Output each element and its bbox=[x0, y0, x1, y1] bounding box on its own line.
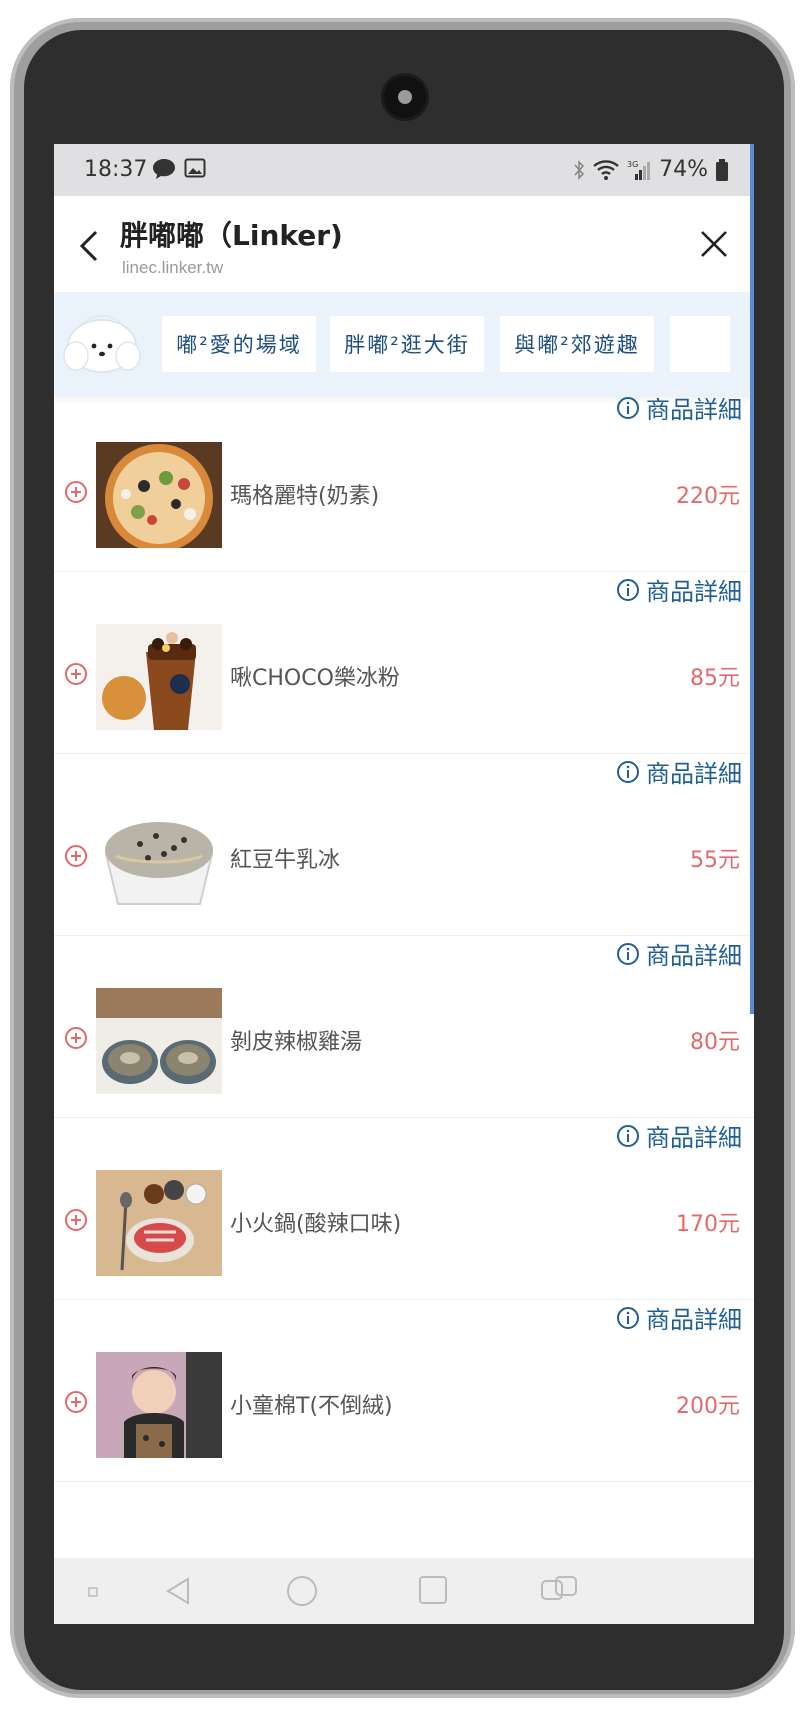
status-bar: 18:37 3G 74% bbox=[54, 144, 754, 196]
product-name: 啾CHOCO樂冰粉 bbox=[230, 666, 400, 691]
product-detail-label: 商品詳細 bbox=[646, 942, 742, 970]
info-icon bbox=[617, 942, 639, 965]
hotpot-photo[interactable] bbox=[96, 1170, 222, 1276]
category-tab-more[interactable] bbox=[670, 316, 730, 372]
product-row[interactable]: 商品詳細 啾CHOCO樂冰粉 85元 bbox=[54, 572, 754, 754]
product-list: 商品詳細 瑪格麗特(奶素) 220元 商品詳細 啾CHOCO樂冰粉 85元 商品… bbox=[54, 396, 754, 1558]
product-detail-label: 商品詳細 bbox=[646, 578, 742, 606]
close-icon[interactable] bbox=[698, 228, 730, 260]
signal-icon: 3G bbox=[627, 160, 651, 180]
front-camera bbox=[384, 76, 426, 118]
product-row[interactable]: 商品詳細 瑪格麗特(奶素) 220元 bbox=[54, 396, 754, 572]
product-detail-link[interactable]: 商品詳細 bbox=[616, 936, 742, 971]
product-name: 瑪格麗特(奶素) bbox=[230, 484, 380, 509]
status-right-group: 3G 74% bbox=[573, 157, 728, 182]
pizza-photo[interactable] bbox=[96, 442, 222, 548]
product-price: 55元 bbox=[690, 848, 740, 873]
recent-dot-icon[interactable] bbox=[88, 1587, 98, 1597]
nav-back-icon[interactable] bbox=[162, 1575, 194, 1607]
info-icon bbox=[617, 760, 639, 783]
shaved-ice-photo[interactable] bbox=[96, 806, 222, 912]
product-detail-link[interactable]: 商品詳細 bbox=[616, 754, 742, 789]
product-name: 紅豆牛乳冰 bbox=[230, 848, 341, 873]
mascot-dog-logo bbox=[63, 314, 141, 373]
product-price: 200元 bbox=[676, 1394, 740, 1419]
dual-window-icon[interactable] bbox=[540, 1575, 578, 1603]
info-icon bbox=[617, 396, 639, 419]
product-detail-link[interactable]: 商品詳細 bbox=[616, 1118, 742, 1153]
product-name: 剝皮辣椒雞湯 bbox=[230, 1030, 363, 1055]
category-tab-street[interactable]: 胖嘟²逛大街 bbox=[330, 316, 484, 372]
category-tab-venue[interactable]: 嘟²愛的場域 bbox=[162, 316, 316, 372]
battery-percent: 74% bbox=[659, 157, 708, 182]
scrollbar-thumb[interactable] bbox=[750, 144, 754, 1014]
nav-overview-icon[interactable] bbox=[418, 1575, 448, 1605]
network-type-label: 3G bbox=[627, 160, 638, 169]
product-detail-link[interactable]: 商品詳細 bbox=[616, 1300, 742, 1335]
product-detail-link[interactable]: 商品詳細 bbox=[616, 396, 742, 425]
back-arrow-icon[interactable] bbox=[74, 226, 102, 266]
add-circle-icon[interactable] bbox=[64, 1026, 88, 1050]
product-detail-label: 商品詳細 bbox=[646, 760, 742, 788]
image-notification-icon bbox=[184, 158, 206, 178]
screen: 18:37 3G 74% 胖嘟嘟（Linker) linec.linker.tw… bbox=[54, 144, 754, 1624]
system-nav-bar bbox=[54, 1558, 754, 1624]
product-detail-label: 商品詳細 bbox=[646, 396, 742, 424]
page-subtitle-url: linec.linker.tw bbox=[122, 258, 224, 277]
bluetooth-icon bbox=[574, 159, 585, 180]
header: 胖嘟嘟（Linker) linec.linker.tw bbox=[54, 196, 754, 292]
kids-tshirt-photo[interactable] bbox=[96, 1352, 222, 1458]
add-circle-icon[interactable] bbox=[64, 1208, 88, 1232]
chicken-soup-photo[interactable] bbox=[96, 988, 222, 1094]
add-circle-icon[interactable] bbox=[64, 662, 88, 686]
product-name: 小火鍋(酸辣口味) bbox=[230, 1212, 402, 1237]
info-icon bbox=[617, 578, 639, 601]
info-icon bbox=[617, 1306, 639, 1329]
product-price: 220元 bbox=[676, 484, 740, 509]
wifi-icon bbox=[593, 159, 619, 180]
add-circle-icon[interactable] bbox=[64, 480, 88, 504]
nav-home-icon[interactable] bbox=[286, 1575, 318, 1607]
category-tab-outing[interactable]: 與嘟²郊遊趣 bbox=[500, 316, 654, 372]
battery-icon bbox=[716, 158, 728, 181]
product-row[interactable]: 商品詳細 剝皮辣椒雞湯 80元 bbox=[54, 936, 754, 1118]
chat-bubble-icon bbox=[153, 159, 175, 179]
category-bar: 嘟²愛的場域 胖嘟²逛大街 與嘟²郊遊趣 bbox=[54, 292, 754, 396]
product-row[interactable]: 商品詳細 小火鍋(酸辣口味) 170元 bbox=[54, 1118, 754, 1300]
scrollbar-track[interactable] bbox=[750, 144, 754, 1624]
product-row[interactable]: 商品詳細 紅豆牛乳冰 55元 bbox=[54, 754, 754, 936]
product-detail-link[interactable]: 商品詳細 bbox=[616, 572, 742, 607]
add-circle-icon[interactable] bbox=[64, 844, 88, 868]
choco-drink-photo[interactable] bbox=[96, 624, 222, 730]
page-title: 胖嘟嘟（Linker) bbox=[120, 219, 343, 252]
info-icon bbox=[617, 1124, 639, 1147]
add-circle-icon[interactable] bbox=[64, 1390, 88, 1414]
product-price: 170元 bbox=[676, 1212, 740, 1237]
product-row[interactable]: 商品詳細 小童棉T(不倒絨) 200元 bbox=[54, 1300, 754, 1482]
product-detail-label: 商品詳細 bbox=[646, 1306, 742, 1334]
product-detail-label: 商品詳細 bbox=[646, 1124, 742, 1152]
product-name: 小童棉T(不倒絨) bbox=[230, 1394, 393, 1419]
status-time: 18:37 bbox=[84, 157, 148, 182]
product-price: 85元 bbox=[690, 666, 740, 691]
product-price: 80元 bbox=[690, 1030, 740, 1055]
